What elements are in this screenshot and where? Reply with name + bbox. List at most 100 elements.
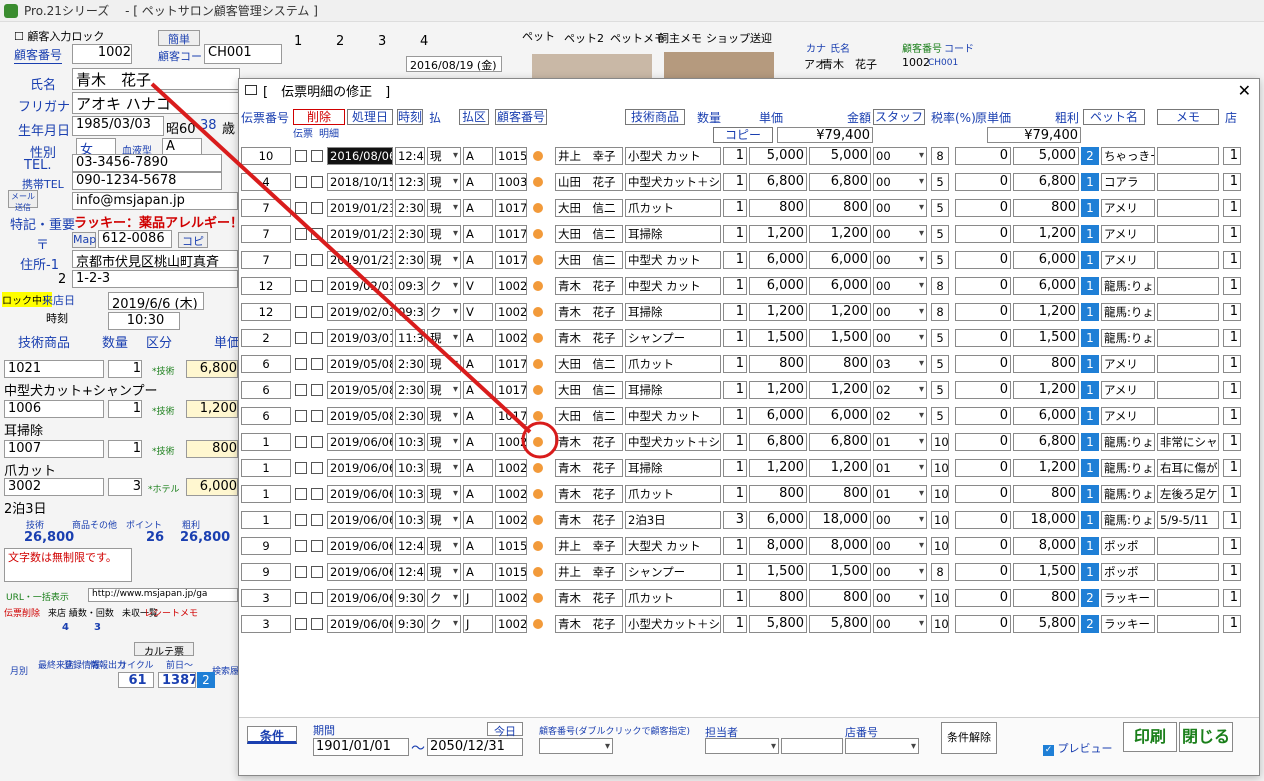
cell-item[interactable]: 爪カット (625, 589, 721, 607)
cell-store[interactable]: 1 (1223, 459, 1241, 477)
cell-profit[interactable]: 1,500 (1013, 329, 1079, 347)
cell-kind[interactable]: A (463, 381, 493, 399)
row-checkbox[interactable] (295, 150, 307, 162)
slip-row[interactable]: 92019/06/0612:45現A1015井上 幸子シャンプー11,5001,… (239, 559, 1241, 585)
memo-area[interactable]: 文字数は無制限です。 (4, 548, 132, 582)
cell-kind[interactable]: A (463, 147, 493, 165)
cell-staff[interactable]: 00 (873, 563, 927, 581)
cell-memo[interactable] (1157, 537, 1219, 555)
top-tab-4[interactable]: 4 (420, 34, 428, 49)
row-checkbox[interactable] (295, 306, 307, 318)
cell-memo[interactable] (1157, 355, 1219, 373)
mobile-field[interactable]: 090-1234-5678 (72, 172, 222, 190)
slip-row[interactable]: 72019/01/232:30現A1017大田 信二爪カット1800800005… (239, 195, 1241, 221)
cell-cust[interactable]: 1015 (495, 537, 527, 555)
cell-qty[interactable]: 1 (723, 433, 747, 451)
tel-field[interactable]: 03-3456-7890 (72, 154, 222, 172)
cell-memo[interactable]: 左後ろ足ケガ (1157, 485, 1219, 503)
cell-qty[interactable]: 1 (723, 277, 747, 295)
cell-staff[interactable]: 00 (873, 303, 927, 321)
cell-staff[interactable]: 00 (873, 511, 927, 529)
cell-name[interactable]: 青木 花子 (555, 589, 623, 607)
row-checkbox[interactable] (295, 566, 307, 578)
cell-memo[interactable]: 5/9-5/11 (1157, 511, 1219, 529)
addr2-field[interactable]: 1-2-3 (72, 270, 238, 288)
cell-pet[interactable]: アメリ (1101, 381, 1155, 399)
cell-pay[interactable]: 現 (427, 225, 461, 243)
cell-staff[interactable]: 00 (873, 589, 927, 607)
cell-pet[interactable]: アメリ (1101, 225, 1155, 243)
status-dot-icon[interactable] (533, 489, 543, 499)
tab-owner-memo[interactable]: 飼主メモ (658, 30, 702, 46)
cell-item[interactable]: シャンプー (625, 329, 721, 347)
cell-memo[interactable] (1157, 589, 1219, 607)
cell-kind[interactable]: A (463, 329, 493, 347)
cell-profit[interactable]: 6,800 (1013, 173, 1079, 191)
staff-name-field[interactable] (781, 738, 843, 754)
cell-name[interactable]: 青木 花子 (555, 459, 623, 477)
cell-qty[interactable]: 1 (723, 589, 747, 607)
cell-store[interactable]: 1 (1223, 381, 1241, 399)
cell-time[interactable]: 2:30 (395, 381, 425, 399)
cell-price[interactable]: 5,800 (749, 615, 807, 633)
row-checkbox[interactable] (295, 358, 307, 370)
cell-tax[interactable]: 5 (931, 173, 949, 191)
cell-profit[interactable]: 800 (1013, 355, 1079, 373)
cell-time[interactable]: 10:30 (395, 459, 425, 477)
cell-pet[interactable]: ちゃっきー (1101, 147, 1155, 165)
slip-row[interactable]: 62019/05/082:30現A1017大田 信二中型犬 カット16,0006… (239, 403, 1241, 429)
top-date-field[interactable]: 2016/08/19 (金) (406, 56, 502, 72)
slip-row[interactable]: 122019/02/0309:30クV1002青木 花子中型犬 カット16,00… (239, 273, 1241, 299)
row-checkbox[interactable] (311, 566, 323, 578)
cell-name[interactable]: 青木 花子 (555, 511, 623, 529)
cell-tax[interactable]: 5 (931, 329, 949, 347)
cell-tax[interactable]: 10 (931, 485, 949, 503)
cell-slip[interactable]: 12 (241, 303, 291, 321)
item-qty[interactable]: 1 (108, 360, 142, 378)
cell-qty[interactable]: 1 (723, 485, 747, 503)
cell-pay[interactable]: 現 (427, 173, 461, 191)
status-dot-icon[interactable] (533, 619, 543, 629)
pet-name-header-button[interactable]: ペット名 (1083, 109, 1145, 125)
name-field[interactable]: 青木 花子 (72, 68, 240, 90)
cell-qty[interactable]: 1 (723, 303, 747, 321)
birth-field[interactable]: 1985/03/03 (72, 116, 164, 136)
cell-cust[interactable]: 1017 (495, 407, 527, 425)
cell-price[interactable]: 6,000 (749, 251, 807, 269)
cell-cust[interactable]: 1017 (495, 381, 527, 399)
cell-qty[interactable]: 1 (723, 251, 747, 269)
row-checkbox[interactable] (295, 332, 307, 344)
cell-name[interactable]: 青木 花子 (555, 433, 623, 451)
cell-time[interactable]: 2:30 (395, 251, 425, 269)
cell-profit[interactable]: 1,500 (1013, 563, 1079, 581)
cell-cust[interactable]: 1015 (495, 147, 527, 165)
cell-date[interactable]: 2019/05/08 (327, 355, 393, 373)
row-checkbox[interactable] (311, 358, 323, 370)
date-from-field[interactable]: 1901/01/01 (313, 738, 409, 756)
cell-price[interactable]: 1,200 (749, 225, 807, 243)
zip-field[interactable]: 612-0086 (98, 230, 172, 248)
cell-qty[interactable]: 1 (723, 459, 747, 477)
cell-qty[interactable]: 1 (723, 147, 747, 165)
slip-row[interactable]: 122019/02/0309:30クV1002青木 花子耳掃除11,2001,2… (239, 299, 1241, 325)
cell-cost[interactable]: 0 (955, 407, 1011, 425)
cell-date[interactable]: 2019/01/23 (327, 199, 393, 217)
cell-tax[interactable]: 10 (931, 589, 949, 607)
cell-pet[interactable]: アメリ (1101, 407, 1155, 425)
cell-date[interactable]: 2019/05/08 (327, 381, 393, 399)
visit-time-field[interactable]: 10:30 (108, 312, 180, 330)
preview-checkbox[interactable]: ✓ プレビュー (1043, 740, 1113, 756)
kana-field[interactable]: アオキ ハナコ (72, 92, 240, 114)
cell-amount[interactable]: 18,000 (809, 511, 871, 529)
cell-cost[interactable]: 0 (955, 615, 1011, 633)
cell-profit[interactable]: 18,000 (1013, 511, 1079, 529)
cell-cost[interactable]: 0 (955, 485, 1011, 503)
cell-tax[interactable]: 8 (931, 147, 949, 165)
cell-item[interactable]: 爪カット (625, 355, 721, 373)
cell-date[interactable]: 2019/02/03 (327, 277, 393, 295)
cell-slip[interactable]: 7 (241, 225, 291, 243)
cell-pet[interactable]: ラッキー (1101, 589, 1155, 607)
item-qty[interactable]: 1 (108, 440, 142, 458)
cell-kind[interactable]: A (463, 355, 493, 373)
cell-qty[interactable]: 3 (723, 511, 747, 529)
